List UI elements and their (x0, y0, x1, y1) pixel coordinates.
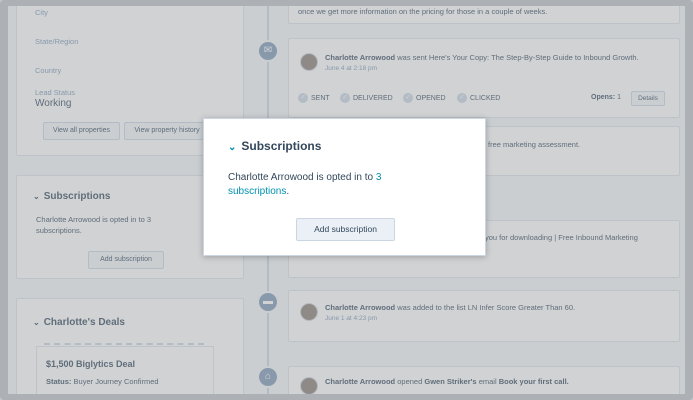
modal-description: Charlotte Arrowood is opted in to 3 subs… (228, 172, 382, 197)
subscriptions-modal: ⌄ Subscriptions Charlotte Arrowood is opt… (203, 118, 486, 256)
add-subscription-button[interactable]: Add subscription (296, 218, 395, 241)
chevron-down-icon: ⌄ (228, 142, 237, 153)
modal-title[interactable]: ⌄ Subscriptions (228, 139, 321, 153)
